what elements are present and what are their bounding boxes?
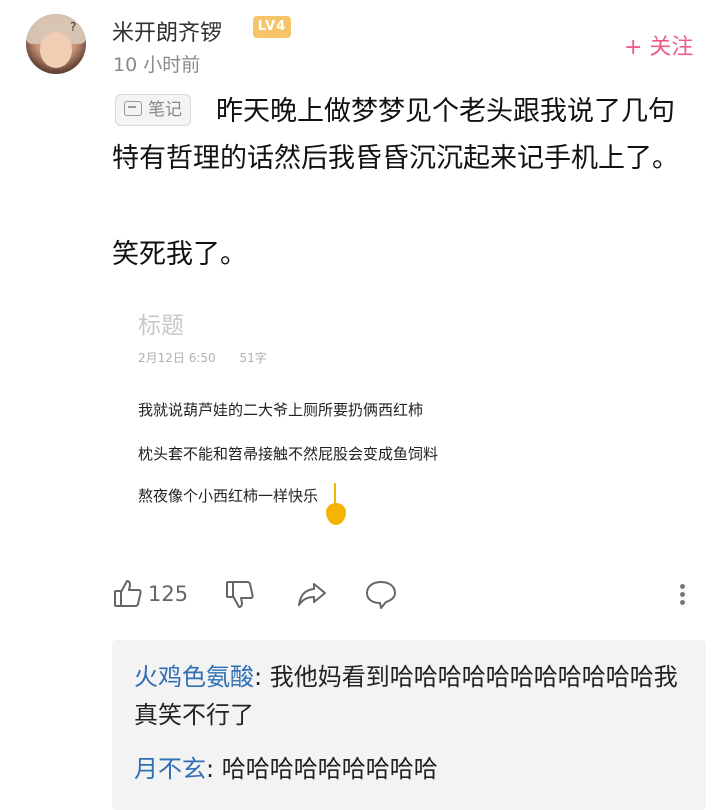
comment-author[interactable]: 火鸡色氨酸 — [134, 663, 254, 691]
comment-icon — [366, 581, 396, 609]
share-button[interactable] — [296, 574, 328, 614]
screenshot-title: 标题 — [138, 313, 184, 339]
screenshot-count: 51字 — [239, 351, 267, 365]
comment-author[interactable]: 月不玄 — [134, 755, 206, 783]
note-tag[interactable]: 笔记 — [115, 94, 191, 126]
screenshot-line: 我就说葫芦娃的二大爷上厕所要扔俩西红柿 — [138, 401, 424, 419]
thumbs-up-icon — [114, 580, 142, 607]
post-time: 10 小时前 — [113, 54, 201, 76]
screenshot-meta: 2月12日 6:50 51字 — [138, 349, 287, 366]
comment-item[interactable]: 月不玄: 哈哈哈哈哈哈哈哈哈 — [134, 750, 694, 788]
cursor-handle — [326, 503, 346, 525]
note-tag-label: 笔记 — [148, 100, 182, 120]
comment-button[interactable] — [364, 574, 398, 614]
share-icon — [298, 583, 326, 606]
action-bar: 125 — [112, 574, 707, 614]
post-text-2: 笑死我了。 — [112, 239, 247, 270]
screenshot-line: 熬夜像个小西红柿一样快乐 — [138, 487, 319, 505]
avatar-face — [40, 32, 72, 68]
comment-text: : 哈哈哈哈哈哈哈哈哈 — [206, 755, 438, 783]
comment-item[interactable]: 火鸡色氨酸: 我他妈看到哈哈哈哈哈哈哈哈哈哈哈我真笑不行了 — [134, 658, 694, 734]
screenshot-line: 枕头套不能和笤帚接触不然屁股会变成鱼饲料 — [138, 445, 439, 463]
text-cursor — [334, 483, 336, 505]
like-count: 125 — [148, 582, 189, 606]
dislike-button[interactable] — [224, 574, 256, 614]
note-icon — [124, 101, 142, 116]
username[interactable]: 米开朗齐锣 — [112, 15, 222, 47]
comments-panel: 火鸡色氨酸: 我他妈看到哈哈哈哈哈哈哈哈哈哈哈我真笑不行了 月不玄: 哈哈哈哈哈… — [112, 640, 706, 810]
more-icon[interactable] — [680, 584, 688, 608]
follow-button[interactable]: + 关注 — [624, 29, 693, 61]
like-button[interactable]: 125 — [112, 574, 188, 614]
screenshot-date: 2月12日 6:50 — [138, 351, 216, 365]
question-mark-icon: ? — [70, 20, 77, 34]
thumbs-down-icon — [226, 581, 254, 608]
level-badge: LV4 — [253, 16, 291, 38]
avatar[interactable]: ? — [26, 14, 86, 74]
post-text: 昨天晚上做梦梦见个老头跟我说了几句特有哲理的话然后我昏昏沉沉起来记手机上了。 — [112, 96, 679, 174]
